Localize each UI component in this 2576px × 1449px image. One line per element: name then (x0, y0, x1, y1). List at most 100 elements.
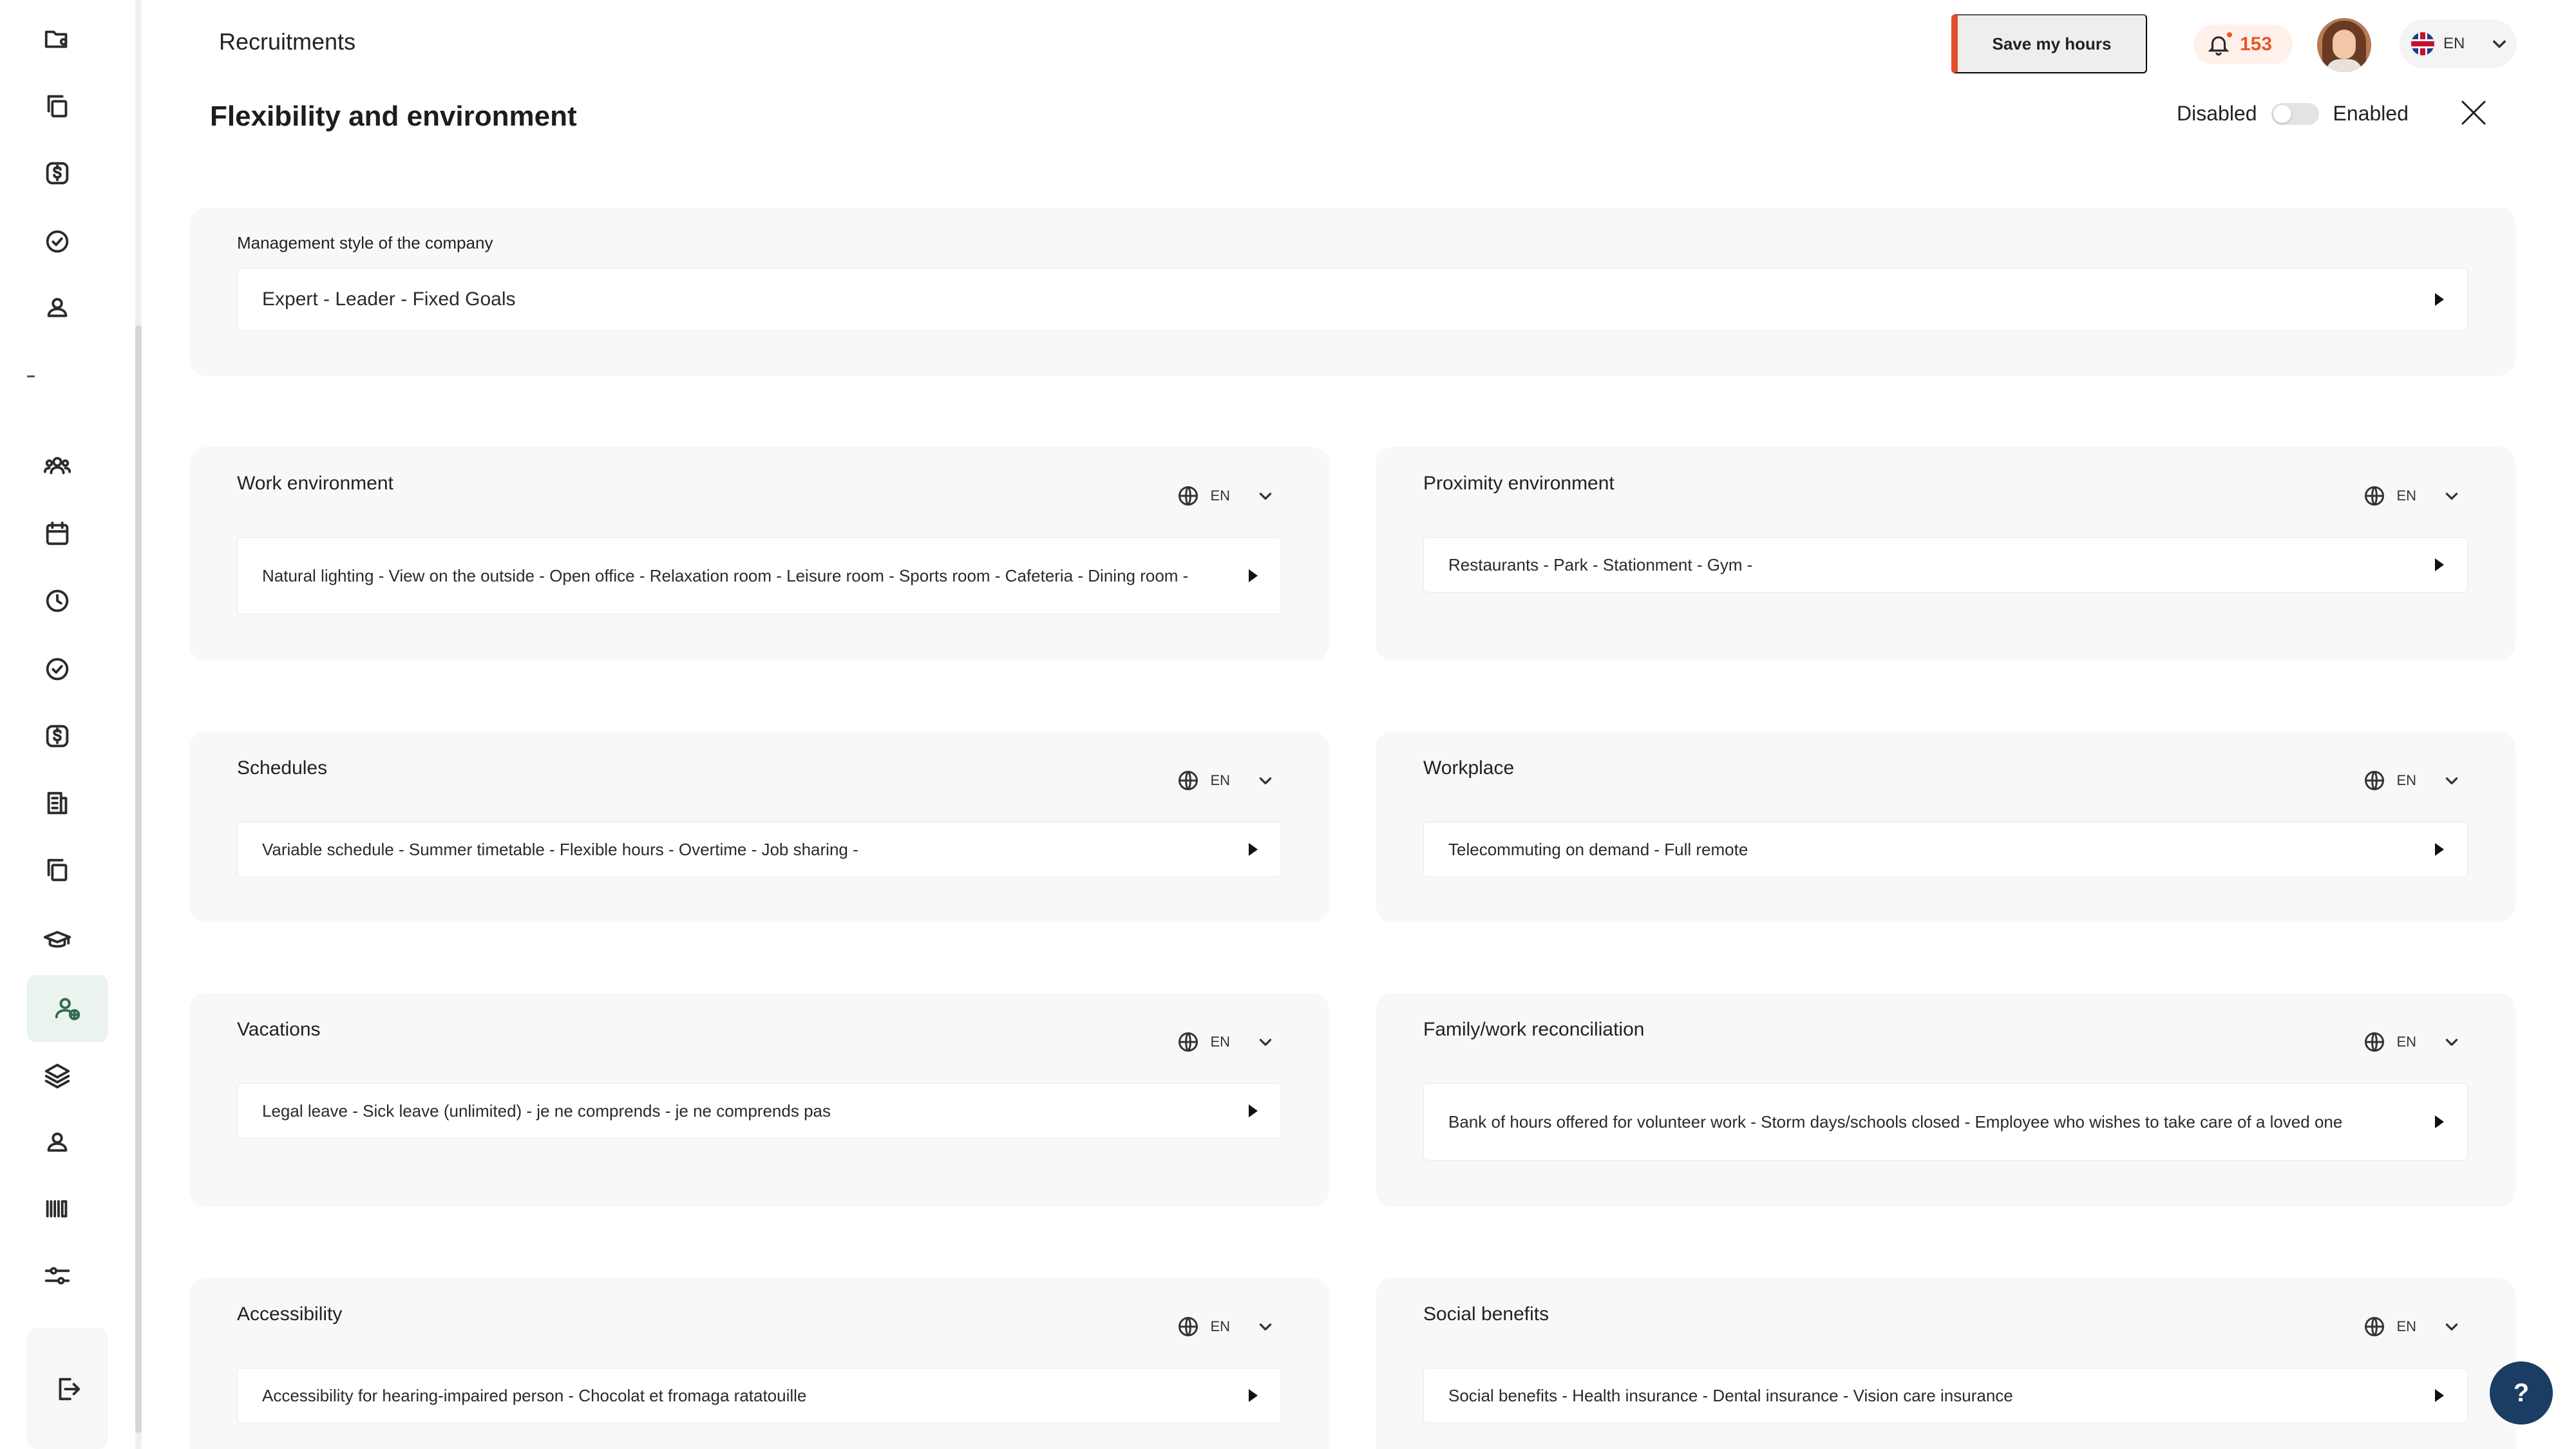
card-language-code: EN (1210, 1318, 1230, 1334)
check-circle-icon[interactable] (37, 222, 77, 261)
copy-icon[interactable] (37, 850, 77, 890)
card-value: Bank of hours offered for volunteer work… (1448, 1112, 2343, 1132)
globe-icon (2365, 771, 2385, 790)
card-value: Social benefits - Health insurance - Den… (1448, 1386, 2013, 1405)
card-language-selector[interactable]: EN (1177, 484, 1274, 507)
sliders-icon[interactable] (37, 1256, 77, 1296)
language-selector[interactable]: EN (2400, 19, 2517, 68)
dollar-icon[interactable] (37, 716, 77, 756)
card-language-selector[interactable]: EN (2363, 1030, 2460, 1054)
card-proximity-environment: Proximity environment EN Restaurants - P… (1376, 447, 2515, 661)
caret-right-icon (2435, 843, 2444, 856)
card-language-selector[interactable]: EN (2363, 769, 2460, 792)
add-user-icon[interactable] (27, 975, 108, 1042)
chevron-down-icon (1259, 1039, 1272, 1046)
clock-icon[interactable] (37, 581, 77, 621)
layers-icon[interactable] (37, 1055, 77, 1095)
card-language-code: EN (2396, 1034, 2416, 1050)
uk-flag-icon (2411, 32, 2434, 55)
language-code: EN (2443, 35, 2465, 52)
card-language-code: EN (2396, 1318, 2416, 1334)
globe-icon (2365, 1032, 2385, 1052)
caret-right-icon (1249, 843, 1258, 856)
chevron-down-icon (2445, 1039, 2458, 1046)
card-title: Accessibility (237, 1303, 343, 1325)
card-language-selector[interactable]: EN (1177, 769, 1274, 792)
chevron-down-icon (1259, 777, 1272, 784)
card-title: Work environment (237, 473, 393, 494)
caret-right-icon (2435, 1389, 2444, 1402)
sidebar-separator (27, 375, 35, 377)
document-icon[interactable] (37, 783, 77, 823)
copy-icon[interactable] (37, 86, 77, 126)
card-value: Accessibility for hearing-impaired perso… (262, 1386, 807, 1405)
folder-user-icon[interactable] (37, 19, 77, 59)
globe-icon (2365, 1317, 2385, 1336)
card-select[interactable]: Bank of hours offered for volunteer work… (1423, 1083, 2468, 1160)
check-circle-icon[interactable] (37, 649, 77, 689)
card-title: Vacations (237, 1019, 321, 1040)
card-work-environment: Work environment EN Natural lighting - V… (189, 447, 1329, 661)
sidebar-scrollbar-thumb[interactable] (135, 325, 142, 1433)
management-style-select[interactable]: Expert - Leader - Fixed Goals (237, 268, 2468, 331)
management-style-card: Management style of the company Expert -… (189, 207, 2515, 376)
chevron-down-icon (1259, 1323, 1272, 1331)
avatar[interactable] (2317, 18, 2371, 72)
card-select[interactable]: Restaurants - Park - Stationment - Gym - (1423, 537, 2468, 592)
card-language-selector[interactable]: EN (1177, 1030, 1274, 1054)
card-select[interactable]: Legal leave - Sick leave (unlimited) - j… (237, 1083, 1282, 1139)
card-value: Telecommuting on demand - Full remote (1448, 840, 1748, 859)
card-language-code: EN (1210, 1034, 1230, 1050)
chevron-down-icon (2493, 40, 2506, 48)
card-family-work-reconciliation: Family/work reconciliation EN Bank of ho… (1376, 993, 2515, 1207)
save-hours-button[interactable]: Save my hours (1951, 14, 2147, 73)
caret-right-icon (1249, 1389, 1258, 1402)
users-icon[interactable] (37, 446, 77, 486)
user-icon[interactable] (37, 1122, 77, 1162)
card-language-selector[interactable]: EN (2363, 484, 2460, 507)
sidebar (0, 0, 135, 1449)
card-value: Natural lighting - View on the outside -… (262, 566, 1189, 585)
card-value: Restaurants - Park - Stationment - Gym - (1448, 555, 1753, 574)
page-title: Flexibility and environment (210, 100, 577, 132)
chevron-down-icon (2445, 1323, 2458, 1331)
card-select[interactable]: Variable schedule - Summer timetable - F… (237, 822, 1282, 877)
card-title: Proximity environment (1423, 473, 1615, 494)
logout-icon[interactable] (48, 1369, 88, 1409)
card-language-code: EN (1210, 488, 1230, 504)
graduation-cap-icon[interactable] (37, 920, 77, 960)
card-workplace: Workplace EN Telecommuting on demand - F… (1376, 732, 2515, 922)
globe-icon (1179, 1317, 1198, 1336)
card-select[interactable]: Telecommuting on demand - Full remote (1423, 822, 2468, 877)
caret-right-icon (1249, 1104, 1258, 1117)
barcode-icon[interactable] (37, 1189, 77, 1229)
notifications-button[interactable]: 153 (2193, 24, 2293, 64)
card-language-selector[interactable]: EN (1177, 1315, 1274, 1338)
user-icon[interactable] (37, 287, 77, 327)
card-schedules: Schedules EN Variable schedule - Summer … (189, 732, 1329, 922)
card-title: Schedules (237, 757, 328, 779)
card-title: Family/work reconciliation (1423, 1019, 1645, 1040)
management-style-label: Management style of the company (237, 233, 493, 252)
card-select[interactable]: Social benefits - Health insurance - Den… (1423, 1368, 2468, 1423)
card-select[interactable]: Natural lighting - View on the outside -… (237, 537, 1282, 614)
caret-right-icon (1249, 569, 1258, 582)
globe-icon (1179, 486, 1198, 506)
status-toggle[interactable] (2271, 102, 2319, 125)
card-title: Social benefits (1423, 1303, 1549, 1325)
close-icon (2461, 100, 2486, 125)
card-select[interactable]: Accessibility for hearing-impaired perso… (237, 1368, 1282, 1423)
caret-right-icon (2435, 293, 2444, 306)
close-button[interactable] (2456, 95, 2491, 130)
dollar-icon[interactable] (37, 153, 77, 193)
globe-icon (1179, 1032, 1198, 1052)
card-title: Workplace (1423, 757, 1515, 779)
notification-count: 153 (2240, 33, 2273, 55)
management-style-value: Expert - Leader - Fixed Goals (262, 289, 516, 310)
chevron-down-icon (1259, 493, 1272, 500)
chevron-down-icon (2445, 493, 2458, 500)
calendar-icon[interactable] (37, 514, 77, 554)
app-title: Recruitments (219, 28, 356, 55)
card-language-selector[interactable]: EN (2363, 1315, 2460, 1338)
help-button[interactable]: ? (2490, 1361, 2553, 1425)
